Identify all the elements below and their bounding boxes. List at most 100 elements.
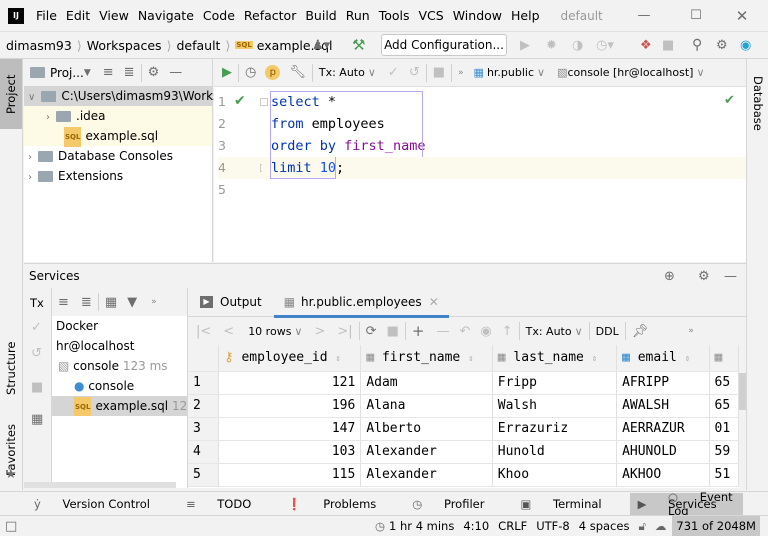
grid-transaction-mode[interactable]: Tx: Auto [526, 325, 572, 338]
wrench-icon[interactable]: 🔧︎ [289, 65, 306, 80]
menu-navigate[interactable]: Navigate [138, 8, 194, 23]
table-cell[interactable]: 65 [709, 371, 739, 395]
code-line[interactable]: limit 10; [271, 157, 741, 179]
breadcrumb-item[interactable]: Workspaces [87, 38, 162, 53]
table-row[interactable]: 4 103 Alexander Hunold AHUNOLD 59 [188, 440, 739, 464]
table-cell[interactable]: AERRAZUR [616, 417, 710, 441]
breadcrumb-item[interactable]: default [176, 38, 220, 53]
rollback-icon[interactable]: ↺ [31, 346, 42, 361]
attach-debugger-icon[interactable]: ❖ [640, 38, 652, 53]
table-row[interactable]: 2 196 Alana Walsh AWALSH 65 [188, 394, 739, 418]
table-cell[interactable]: 196 [218, 394, 362, 418]
tree-item-extensions[interactable]: › Extensions [24, 166, 212, 186]
settings-icon[interactable]: ⚙ [716, 38, 728, 53]
transaction-button[interactable]: Tx [30, 296, 44, 310]
tab-employees[interactable]: ▦ hr.public.employees ✕ [273, 289, 449, 318]
column-header-email[interactable]: ▦ email ⇕ [616, 345, 710, 372]
explain-plan-icon[interactable]: p [265, 65, 281, 80]
collapse-all-icon[interactable]: ≣ [124, 65, 135, 80]
project-tool-tab[interactable]: Project [0, 59, 22, 129]
console-selector[interactable]: console [hr@localhost] [567, 66, 693, 79]
tab-version-control[interactable]: ẏ Version Control [34, 497, 168, 511]
rollback-icon[interactable]: ↺ [409, 65, 420, 80]
table-cell[interactable]: 103 [218, 440, 362, 464]
menu-run[interactable]: Run [346, 8, 370, 23]
table-cell[interactable]: Alexander [360, 463, 493, 487]
line-separator[interactable]: CRLF [498, 519, 527, 533]
gear-icon[interactable]: ⚙ [148, 65, 160, 80]
stop-icon[interactable]: ■ [433, 65, 445, 80]
tab-todo[interactable]: ≡ TODO [186, 497, 269, 511]
tree-item-database-consoles[interactable]: › Database Consoles [24, 146, 212, 166]
table-cell[interactable]: Fripp [492, 371, 618, 395]
menu-view[interactable]: View [99, 8, 129, 23]
file-encoding[interactable]: UTF-8 [536, 519, 570, 533]
code-line[interactable] [271, 179, 741, 201]
menu-window[interactable]: Window [453, 8, 502, 23]
query-time[interactable]: 1 hr 4 mins [389, 519, 454, 533]
table-cell[interactable]: 147 [218, 417, 362, 441]
table-cell[interactable]: 59 [709, 440, 739, 464]
tree-item-docker[interactable]: Docker [52, 316, 187, 336]
table-cell[interactable]: Khoo [492, 463, 618, 487]
close-button[interactable]: ✕ [730, 7, 754, 25]
coverage-icon[interactable]: ◑ [572, 38, 583, 53]
history-icon[interactable]: ◷ [245, 65, 256, 80]
cloud-settings-icon[interactable]: ☁ [655, 519, 667, 533]
execute-icon[interactable]: ▶ [222, 65, 232, 80]
commit-icon[interactable]: ✓ [31, 320, 42, 335]
page-size-selector[interactable]: 10 rows [248, 325, 291, 338]
tree-item-example-sql[interactable]: SQL example.sql [24, 126, 212, 147]
menu-refactor[interactable]: Refactor [244, 8, 296, 23]
menu-build[interactable]: Build [305, 8, 336, 23]
breadcrumb-item[interactable]: dimasm93 [6, 38, 72, 53]
tab-event-log[interactable]: ○ Event Log [668, 490, 750, 518]
tree-item-example-sql[interactable]: SQLexample.sql 123 r [52, 396, 187, 416]
table-cell[interactable]: Hunold [492, 440, 618, 464]
pin-icon[interactable]: 📌︎ [632, 324, 649, 339]
last-page-icon[interactable]: >| [337, 324, 352, 339]
table-cell[interactable]: 65 [709, 394, 739, 418]
menu-vcs[interactable]: VCS [419, 8, 444, 23]
fold-icon[interactable] [260, 98, 268, 106]
layout-icon[interactable]: ▦ [31, 412, 43, 427]
group-by-icon[interactable]: ▦ [105, 295, 117, 310]
tree-item-console[interactable]: ● console [52, 376, 187, 396]
build-hammer-icon[interactable]: ⚒ [352, 36, 365, 54]
tree-item-idea[interactable]: › .idea [24, 106, 212, 126]
table-row[interactable]: 3 147 Alberto Errazuriz AERRAZUR 01 [188, 417, 739, 441]
hide-icon[interactable]: — [724, 269, 737, 284]
table-cell[interactable]: 51 [709, 463, 739, 487]
column-header-first-name[interactable]: ▦ first_name ⇕ [360, 345, 493, 372]
tab-terminal[interactable]: ▣ Terminal [520, 497, 619, 511]
revert-icon[interactable]: ↶ [459, 324, 470, 339]
previous-page-icon[interactable]: < [223, 324, 234, 339]
expand-all-icon[interactable]: ≡ [58, 295, 69, 310]
table-cell[interactable]: 01 [709, 417, 739, 441]
menu-code[interactable]: Code [203, 8, 235, 23]
minimize-button[interactable]: — [632, 8, 656, 23]
table-cell[interactable]: AWALSH [616, 394, 710, 418]
maximize-button[interactable]: ☐ [684, 8, 708, 23]
debug-icon[interactable]: ✹ [546, 38, 557, 53]
tab-profiler[interactable]: ◷ Profiler [412, 497, 502, 511]
table-row[interactable]: 1 121 Adam Fripp AFRIPP 65 [188, 371, 739, 395]
hide-icon[interactable]: — [169, 65, 182, 80]
preview-changes-icon[interactable]: ◉ [480, 324, 491, 339]
tree-item-hr-localhost[interactable]: hr@localhost [52, 336, 187, 356]
structure-tool-tab[interactable]: Structure [0, 329, 22, 407]
table-cell[interactable]: Alana [360, 394, 493, 418]
toolbox-icon[interactable]: ◉ [740, 38, 751, 53]
run-icon[interactable]: ▶ [520, 38, 530, 53]
tab-output[interactable]: ▶ Output [188, 288, 274, 317]
table-cell[interactable]: AKHOO [616, 463, 710, 487]
next-page-icon[interactable]: > [314, 324, 325, 339]
table-cell[interactable]: Alberto [360, 417, 493, 441]
table-cell[interactable]: Errazuriz [492, 417, 618, 441]
menu-tools[interactable]: Tools [379, 8, 410, 23]
memory-indicator[interactable]: 731 of 2048M [672, 516, 760, 536]
indent-setting[interactable]: 4 spaces [579, 519, 630, 533]
menu-file[interactable]: File [36, 8, 57, 23]
expand-all-icon[interactable]: ≡ [103, 65, 114, 80]
column-header-employee-id[interactable]: ⚷ employee_id ⇕ [218, 345, 362, 372]
